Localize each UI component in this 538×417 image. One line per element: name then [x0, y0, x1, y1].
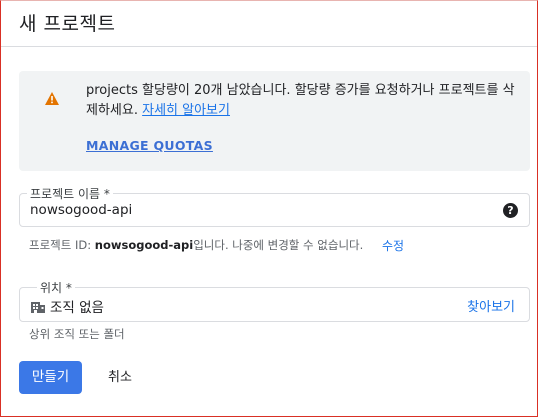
cancel-button[interactable]: 취소 — [97, 361, 143, 394]
manage-quotas-link[interactable]: MANAGE QUOTAS — [86, 138, 213, 153]
organization-icon — [31, 302, 45, 313]
warning-icon — [45, 92, 59, 105]
location-value: 조직 없음 — [50, 300, 104, 316]
project-id-note: 프로젝트 ID: nowsogood-api입니다. 나중에 변경할 수 없습니… — [29, 237, 363, 253]
dialog-header: 새 프로젝트 — [1, 1, 537, 47]
project-id-prefix: 프로젝트 ID: — [29, 238, 95, 252]
project-name-input[interactable]: nowsogood-api — [30, 202, 132, 218]
browse-button[interactable]: 찾아보기 — [467, 296, 515, 315]
location-field[interactable]: 위치 * 조직 없음 찾아보기 — [19, 279, 530, 322]
dialog-frame: 새 프로젝트 projects 할당량이 20개 남았습니다. 할당량 증가를 … — [0, 0, 538, 417]
project-name-label: 프로젝트 이름 * — [27, 185, 113, 202]
page-title: 새 프로젝트 — [19, 13, 116, 35]
quota-warning-banner: projects 할당량이 20개 남았습니다. 할당량 증가를 요청하거나 프… — [19, 71, 530, 171]
create-button[interactable]: 만들기 — [19, 361, 82, 394]
project-id-suffix: 입니다. 나중에 변경할 수 없습니다. — [193, 238, 364, 252]
question-circle-icon[interactable]: ? — [503, 203, 518, 218]
project-id-value: nowsogood-api — [94, 238, 194, 252]
learn-more-link[interactable]: 자세히 알아보기 — [142, 103, 230, 118]
location-label: 위치 * — [37, 279, 75, 296]
edit-project-id-link[interactable]: 수정 — [382, 237, 404, 254]
quota-warning-message: projects 할당량이 20개 남았습니다. 할당량 증가를 요청하거나 프… — [86, 81, 526, 121]
location-hint: 상위 조직 또는 폴더 — [29, 327, 125, 341]
project-name-field[interactable]: 프로젝트 이름 * nowsogood-api ? — [19, 185, 530, 227]
